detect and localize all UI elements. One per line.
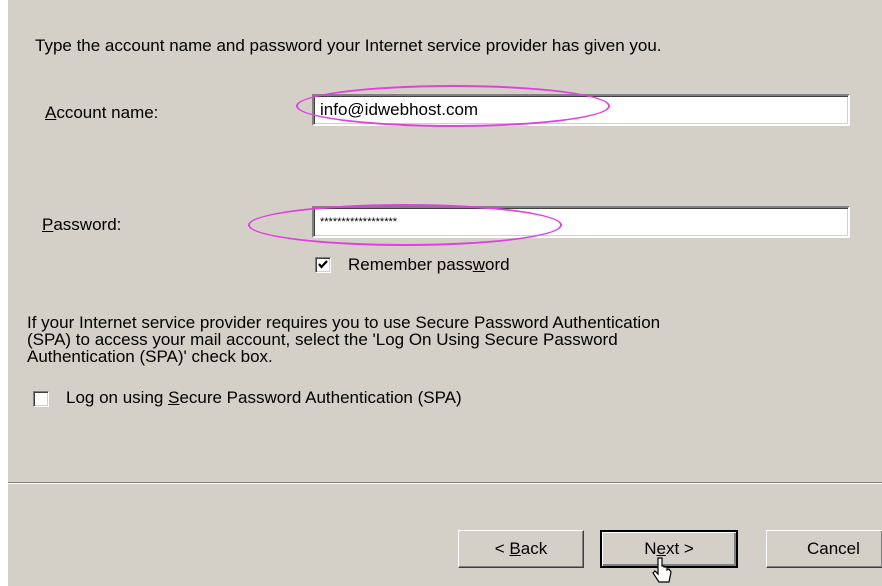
spa-info-text: If your Internet service provider requir… (27, 313, 661, 366)
back-button[interactable]: < Back (458, 530, 584, 568)
spa-checkbox[interactable] (33, 391, 49, 407)
account-name-label: Account name: (45, 103, 159, 122)
wizard-panel (8, 0, 882, 586)
password-label: Password: (42, 215, 122, 234)
spa-checkbox-label[interactable]: Log on using Secure Password Authenticat… (66, 388, 462, 408)
intro-text: Type the account name and password your … (35, 36, 662, 55)
checkmark-icon (318, 260, 328, 269)
separator-line-highlight (8, 483, 882, 484)
remember-password-checkbox[interactable] (315, 257, 331, 273)
account-name-input[interactable] (312, 94, 850, 126)
cancel-button[interactable]: Cancel (766, 530, 882, 568)
mouse-pointer-icon (652, 557, 672, 583)
remember-password-label[interactable]: Remember password (348, 255, 510, 275)
password-input[interactable] (312, 206, 850, 238)
